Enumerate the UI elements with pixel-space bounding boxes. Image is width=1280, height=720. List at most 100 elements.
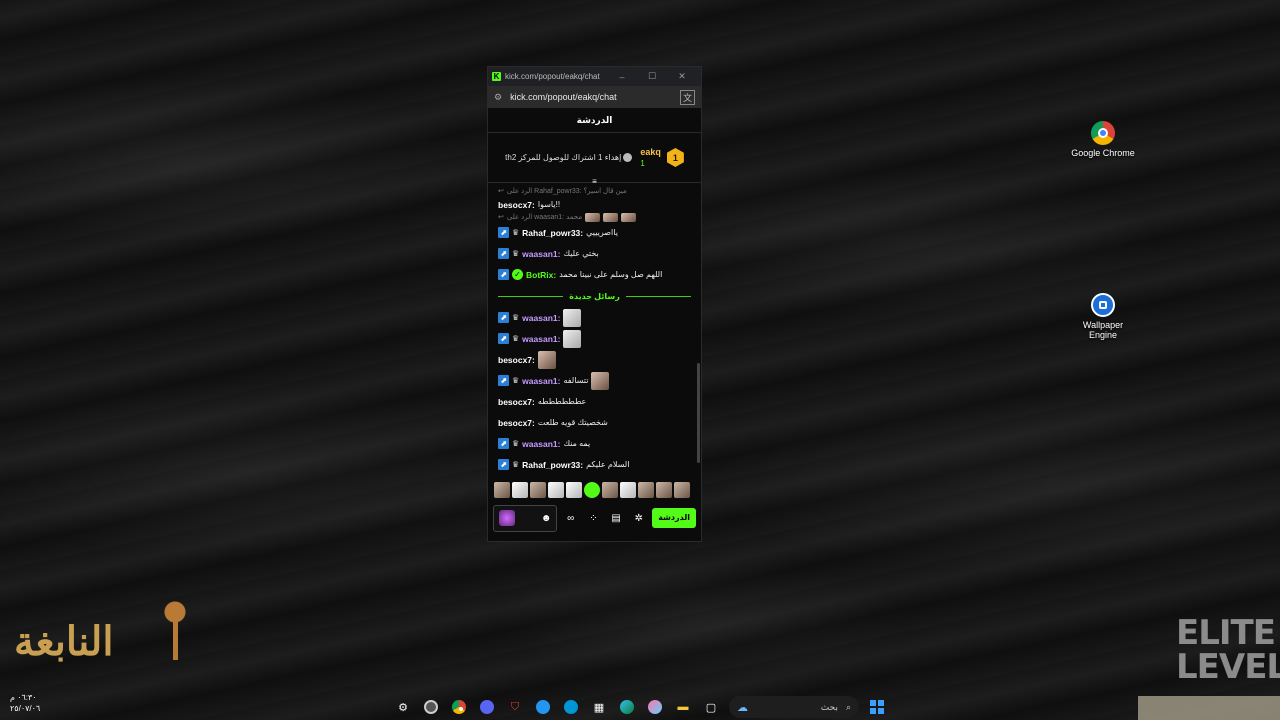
chat-username[interactable]: Rahaf_powr33: bbox=[522, 228, 583, 238]
rank-medal-icon: 1 bbox=[666, 148, 684, 167]
reply-context[interactable]: ↩ الرد على Rahaf_powr33: مين قال اسير؟ bbox=[498, 187, 691, 196]
emote-icon[interactable] bbox=[638, 482, 654, 498]
emote-icon[interactable] bbox=[530, 482, 546, 498]
emote-icon[interactable] bbox=[494, 482, 510, 498]
taskbar-chrome-icon[interactable] bbox=[449, 697, 469, 717]
taskbar-search-placeholder: بحث bbox=[820, 701, 838, 712]
chat-emote-image bbox=[621, 213, 637, 222]
verified-bot-badge-icon: ✓ bbox=[512, 269, 523, 280]
taskbar-copilot-icon[interactable] bbox=[645, 697, 665, 717]
window-titlebar[interactable]: K kick.com/popout/eakq/chat – ☐ ✕ bbox=[488, 67, 701, 86]
taskbar-search-box[interactable]: ☁ بحث ⌕ bbox=[729, 696, 859, 718]
top-gifter-count: 1 bbox=[640, 158, 645, 168]
maximize-button[interactable]: ☐ bbox=[637, 71, 667, 82]
reply-context[interactable]: ↩ الرد على waasan1: محمد bbox=[498, 213, 691, 222]
chat-username[interactable]: waasan1: bbox=[522, 376, 560, 386]
close-button[interactable]: ✕ bbox=[667, 71, 697, 82]
crown-badge-icon: ♛ bbox=[512, 313, 520, 322]
top-gifter: eakq 1 bbox=[640, 147, 661, 169]
chat-username[interactable]: waasan1: bbox=[522, 249, 560, 259]
new-messages-divider: رسائل جديدة bbox=[498, 285, 692, 307]
chat-username[interactable]: waasan1: bbox=[522, 334, 560, 344]
site-settings-icon[interactable]: ⚙ bbox=[494, 92, 502, 103]
minimize-button[interactable]: – bbox=[607, 72, 637, 82]
taskbar-grid-icon[interactable]: ▦ bbox=[589, 697, 609, 717]
chat-message[interactable]: ⬈ ✓ BotRix: اللهم صل وسلم على نبينا محمد bbox=[498, 264, 691, 285]
taskbar-discord-icon[interactable] bbox=[477, 697, 497, 717]
emote-icon[interactable] bbox=[620, 482, 636, 498]
taskbar-shield-icon[interactable]: ⛉ bbox=[505, 697, 525, 717]
chat-emote-image bbox=[603, 213, 619, 222]
elite-level-logo: ELITE LEVEL bbox=[1176, 613, 1280, 687]
emote-icon[interactable] bbox=[548, 482, 564, 498]
start-button[interactable] bbox=[867, 697, 887, 717]
send-chat-button[interactable]: الدردشة bbox=[652, 508, 696, 528]
windows-logo-icon bbox=[870, 700, 884, 714]
address-bar[interactable]: ⚙ kick.com/popout/eakq/chat 文 bbox=[488, 86, 701, 108]
chat-message[interactable]: besocx7: عططططططه bbox=[498, 391, 691, 412]
chat-message[interactable]: ⬈ ♛ waasan1: بختي عليك bbox=[498, 243, 691, 264]
emote-icon[interactable] bbox=[584, 482, 600, 498]
infinity-icon[interactable]: ∞ bbox=[561, 513, 580, 524]
chat-message-text: يااصريييي bbox=[586, 228, 618, 237]
settings-gear-icon[interactable]: ✲ bbox=[629, 513, 648, 524]
chat-scrollbar[interactable] bbox=[697, 363, 700, 463]
taskbar-settings-icon[interactable]: ⚙ bbox=[393, 697, 413, 717]
desktop-icon-wallpaper-engine[interactable]: Wallpaper Engine bbox=[1068, 293, 1138, 340]
subscriber-badge-icon: ⬈ bbox=[498, 438, 509, 449]
taskbar-edge-icon[interactable] bbox=[617, 697, 637, 717]
chat-message-list[interactable]: ↩ الرد على Rahaf_powr33: مين قال اسير؟ bes… bbox=[488, 183, 701, 479]
taskbar-hp-icon[interactable] bbox=[561, 697, 581, 717]
chat-message-text: ياسوا!! bbox=[537, 200, 561, 209]
emote-quick-bar[interactable] bbox=[488, 479, 701, 501]
subscriber-badge-icon: ⬈ bbox=[498, 375, 509, 386]
emote-icon[interactable] bbox=[602, 482, 618, 498]
subscriber-badge-icon: ⬈ bbox=[498, 269, 509, 280]
chat-username[interactable]: besocx7: bbox=[498, 418, 535, 428]
chat-message[interactable]: ⬈ ♛ Rahaf_powr33: يااصريييي bbox=[498, 222, 691, 243]
chat-message[interactable]: ⬈ ♛ waasan1: bbox=[498, 328, 691, 349]
window-title: kick.com/popout/eakq/chat bbox=[505, 72, 600, 81]
emote-icon[interactable] bbox=[512, 482, 528, 498]
chat-emote-image bbox=[591, 371, 610, 390]
chat-message[interactable]: ⬈ ♛ Rahaf_powr33: السلام عليكم bbox=[498, 454, 691, 475]
weather-icon: ☁ bbox=[737, 701, 748, 714]
subscriber-badge-icon: ⬈ bbox=[498, 312, 509, 323]
chat-username[interactable]: Rahaf_powr33: bbox=[522, 460, 583, 470]
crown-badge-icon: ♛ bbox=[512, 460, 520, 469]
wallpaper-engine-icon bbox=[1091, 293, 1115, 317]
chat-message[interactable]: ⬈ ♛ waasan1: يمه منك bbox=[498, 433, 691, 454]
channel-logo-text: النابغة bbox=[14, 618, 114, 665]
chat-emote-image bbox=[563, 308, 582, 327]
pinned-leaderboard[interactable]: thإهداء 1 اشتراك للوصول للمركز 2 eakq 1 … bbox=[488, 133, 701, 186]
reply-text: الرد على Rahaf_powr33: مين قال اسير؟ bbox=[506, 188, 627, 195]
chat-message[interactable]: besocx7: bbox=[498, 349, 691, 370]
chat-username[interactable]: besocx7: bbox=[498, 397, 535, 407]
url-text[interactable]: kick.com/popout/eakq/chat bbox=[510, 92, 672, 102]
chat-username[interactable]: BotRix: bbox=[526, 270, 556, 280]
smiley-icon[interactable]: ☻ bbox=[541, 513, 552, 524]
chat-username[interactable]: besocx7: bbox=[498, 200, 535, 210]
taskbar-app-icon[interactable] bbox=[533, 697, 553, 717]
crown-badge-icon: ♛ bbox=[512, 228, 520, 237]
chat-message[interactable]: ⬈ ♛ waasan1: تتسالفه bbox=[498, 370, 691, 391]
chat-message-input[interactable]: ☻ bbox=[493, 504, 558, 532]
new-messages-label: رسائل جديدة bbox=[569, 291, 620, 301]
translate-icon[interactable]: 文 bbox=[679, 89, 695, 105]
chat-message[interactable]: ⬈ ♛ waasan1: bbox=[498, 307, 691, 328]
emote-icon[interactable] bbox=[566, 482, 582, 498]
chat-username[interactable]: waasan1: bbox=[522, 439, 560, 449]
chat-message[interactable]: besocx7: شخصيتك قويه طلعت bbox=[498, 412, 691, 433]
gift-icon bbox=[623, 153, 633, 163]
share-icon[interactable]: ⁘ bbox=[584, 513, 603, 524]
emote-icon[interactable] bbox=[674, 482, 690, 498]
desktop-icon-chrome[interactable]: Google Chrome bbox=[1068, 121, 1138, 158]
taskbar-taskview-icon[interactable]: ▢ bbox=[701, 697, 721, 717]
taskbar-obs-icon[interactable] bbox=[421, 697, 441, 717]
chat-username[interactable]: besocx7: bbox=[498, 355, 535, 365]
taskbar-folder-icon[interactable]: ▬ bbox=[673, 697, 693, 717]
emote-icon[interactable] bbox=[656, 482, 672, 498]
chat-username[interactable]: waasan1: bbox=[522, 313, 560, 323]
store-icon[interactable]: ▤ bbox=[607, 513, 626, 524]
chat-message[interactable]: besocx7: ياسوا!! bbox=[498, 196, 691, 213]
